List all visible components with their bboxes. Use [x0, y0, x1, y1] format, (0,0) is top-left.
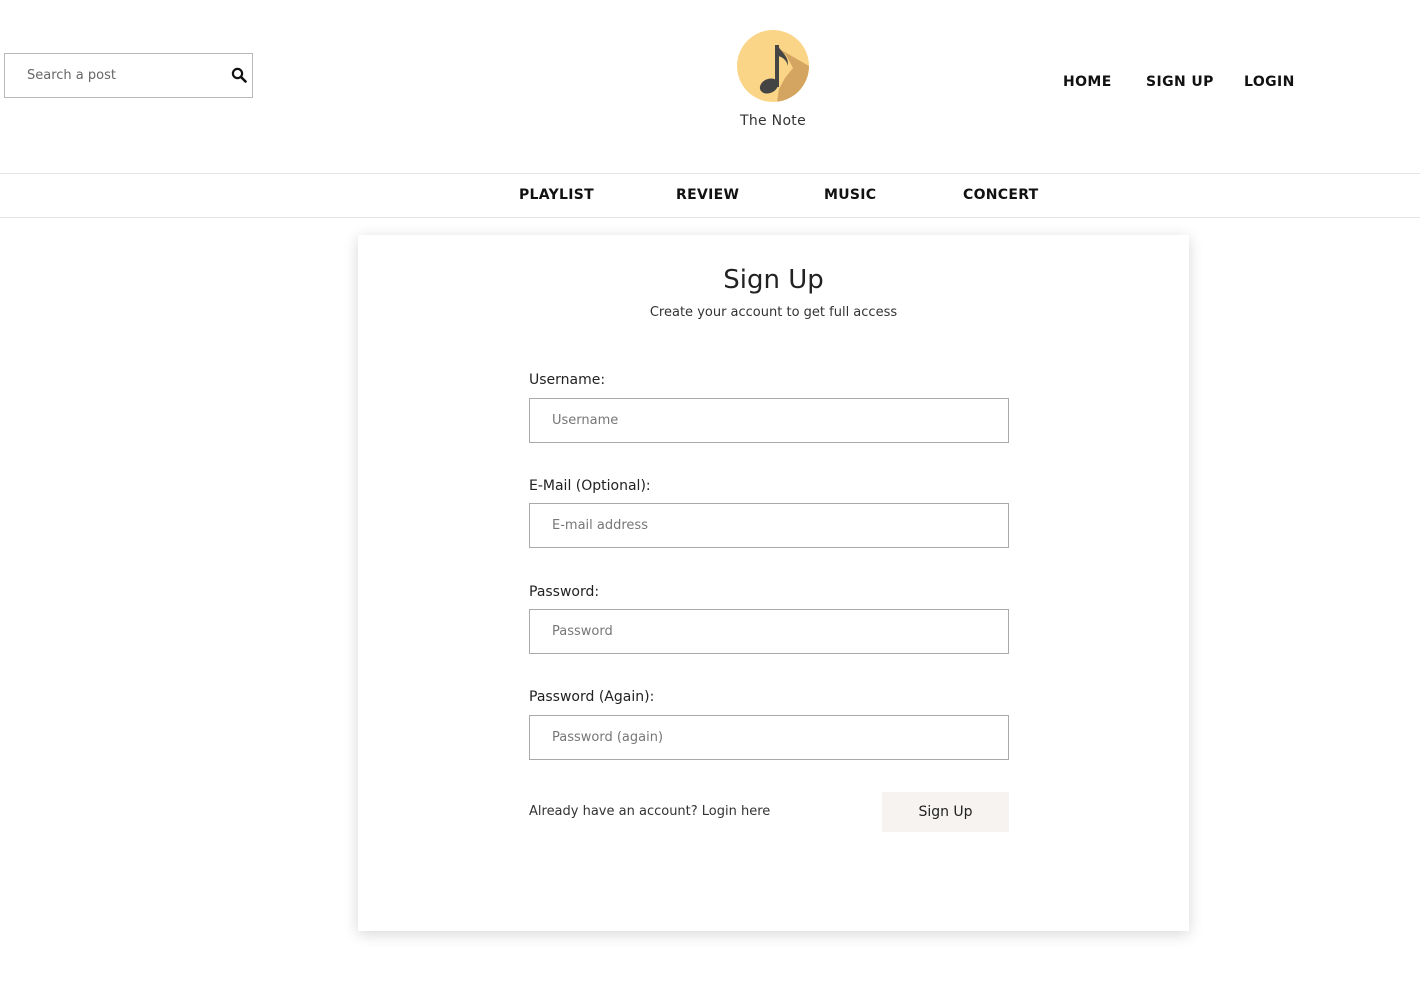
music-note-icon[interactable]: [737, 30, 809, 102]
site-header: The Note HOME SIGN UP LOGIN: [0, 0, 1420, 173]
brand-name[interactable]: The Note: [673, 113, 873, 129]
password-again-label: Password (Again):: [529, 689, 655, 705]
page-subtitle: Create your account to get full access: [649, 305, 898, 320]
username-label: Username:: [529, 372, 606, 388]
category-nav: PLAYLIST REVIEW MUSIC CONCERT: [0, 173, 1420, 218]
category-review[interactable]: REVIEW: [676, 187, 739, 203]
nav-home[interactable]: HOME: [1063, 74, 1112, 90]
login-link[interactable]: Already have an account? Login here: [529, 804, 770, 819]
search-icon[interactable]: [231, 67, 247, 83]
search-bar: [4, 53, 253, 98]
nav-login[interactable]: LOGIN: [1244, 74, 1295, 90]
page-title: Sign Up: [723, 265, 824, 295]
category-music[interactable]: MUSIC: [824, 187, 876, 203]
email-label: E-Mail (Optional):: [529, 478, 651, 494]
category-concert[interactable]: CONCERT: [963, 187, 1039, 203]
signup-card: Sign Up Create your account to get full …: [358, 235, 1189, 931]
sign-up-button[interactable]: Sign Up: [882, 792, 1009, 832]
nav-sign-up[interactable]: SIGN UP: [1146, 74, 1214, 90]
password-label: Password:: [529, 584, 600, 600]
search-input[interactable]: [5, 54, 220, 97]
email-input[interactable]: [529, 503, 1009, 548]
password-again-input[interactable]: [529, 715, 1009, 760]
username-input[interactable]: [529, 398, 1009, 443]
password-input[interactable]: [529, 609, 1009, 654]
category-playlist[interactable]: PLAYLIST: [519, 187, 594, 203]
